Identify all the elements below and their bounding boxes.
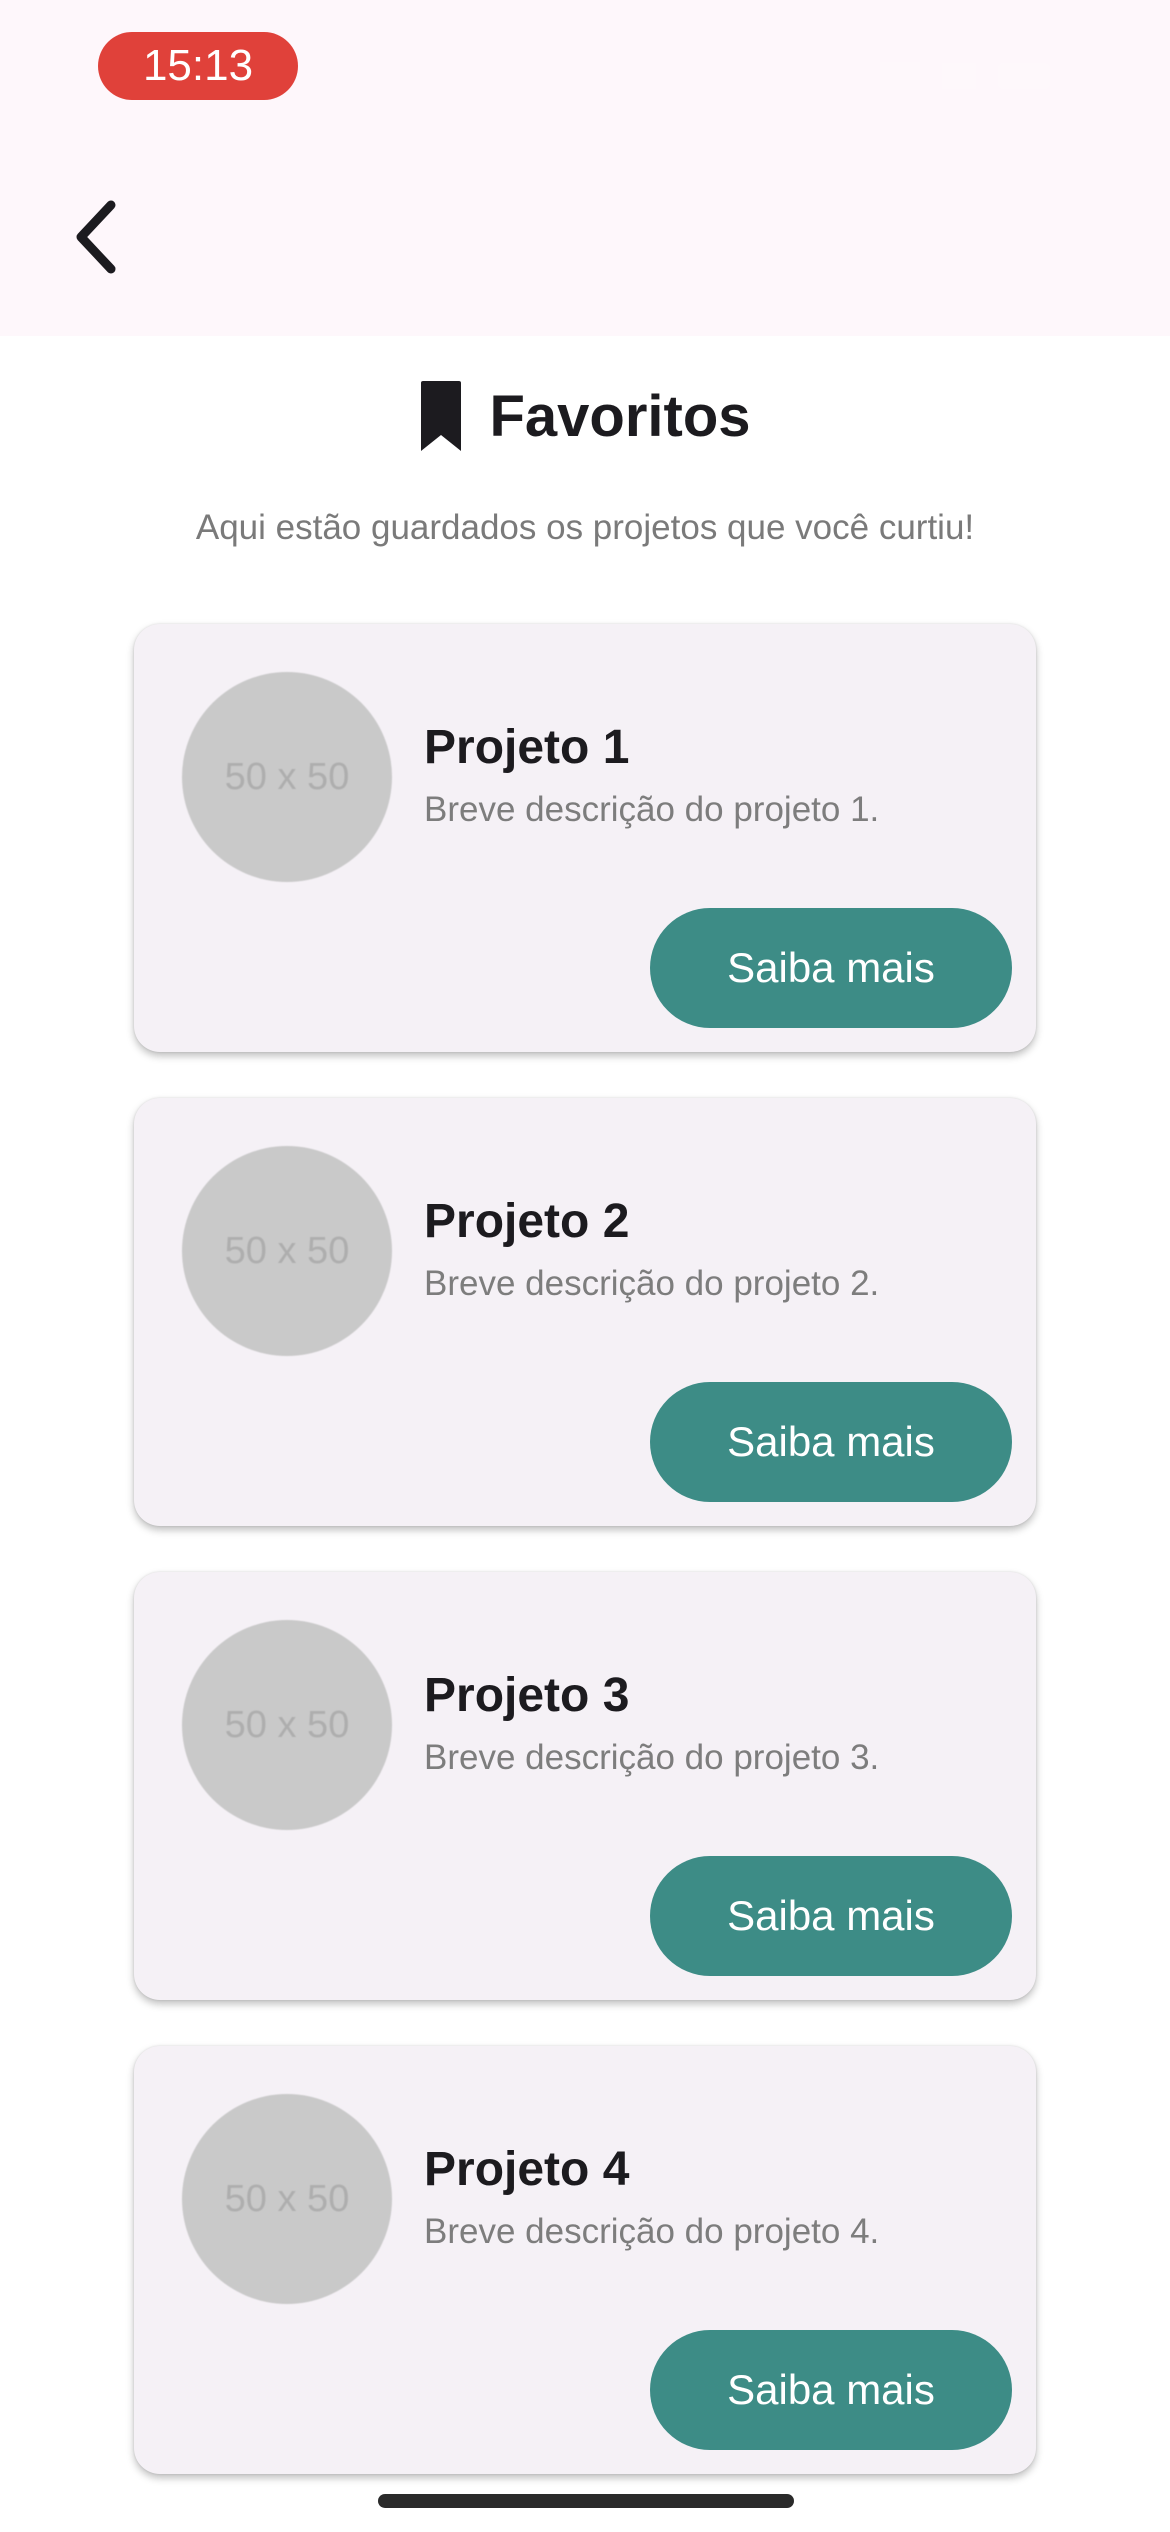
project-card: 50 x 50 Projeto 2 Breve descrição do pro… (134, 1098, 1036, 1526)
project-title: Projeto 4 (424, 2143, 630, 2196)
back-button[interactable] (56, 192, 136, 282)
project-description: Breve descrição do projeto 3. (424, 1738, 880, 1777)
status-icons (880, 56, 1050, 96)
status-time: 15:13 (98, 32, 298, 100)
project-title: Projeto 3 (424, 1669, 630, 1722)
bookmark-icon (421, 381, 462, 451)
page-header: Favoritos (0, 376, 1170, 456)
battery-icon (998, 63, 1050, 89)
learn-more-button[interactable]: Saiba mais (650, 1856, 1012, 1976)
project-image-placeholder: 50 x 50 (182, 672, 392, 882)
project-card: 50 x 50 Projeto 1 Breve descrição do pro… (134, 624, 1036, 1052)
app-bar: 15:13 (0, 0, 1170, 336)
project-image-placeholder: 50 x 50 (182, 1620, 392, 1830)
wifi-icon (942, 63, 976, 89)
learn-more-button[interactable]: Saiba mais (650, 2330, 1012, 2450)
project-description: Breve descrição do projeto 1. (424, 790, 880, 829)
learn-more-button[interactable]: Saiba mais (650, 908, 1012, 1028)
page-subtitle: Aqui estão guardados os projetos que voc… (195, 508, 975, 547)
project-card: 50 x 50 Projeto 4 Breve descrição do pro… (134, 2046, 1036, 2474)
project-title: Projeto 1 (424, 721, 630, 774)
chevron-left-icon (76, 200, 116, 274)
project-card: 50 x 50 Projeto 3 Breve descrição do pro… (134, 1572, 1036, 2000)
project-image-placeholder: 50 x 50 (182, 2094, 392, 2304)
project-description: Breve descrição do projeto 4. (424, 2212, 880, 2251)
project-description: Breve descrição do projeto 2. (424, 1264, 880, 1303)
page-title: Favoritos (489, 383, 751, 449)
home-indicator[interactable] (378, 2494, 794, 2508)
project-image-placeholder: 50 x 50 (182, 1146, 392, 1356)
cellular-signal-icon (880, 62, 920, 90)
project-title: Projeto 2 (424, 1195, 630, 1248)
learn-more-button[interactable]: Saiba mais (650, 1382, 1012, 1502)
